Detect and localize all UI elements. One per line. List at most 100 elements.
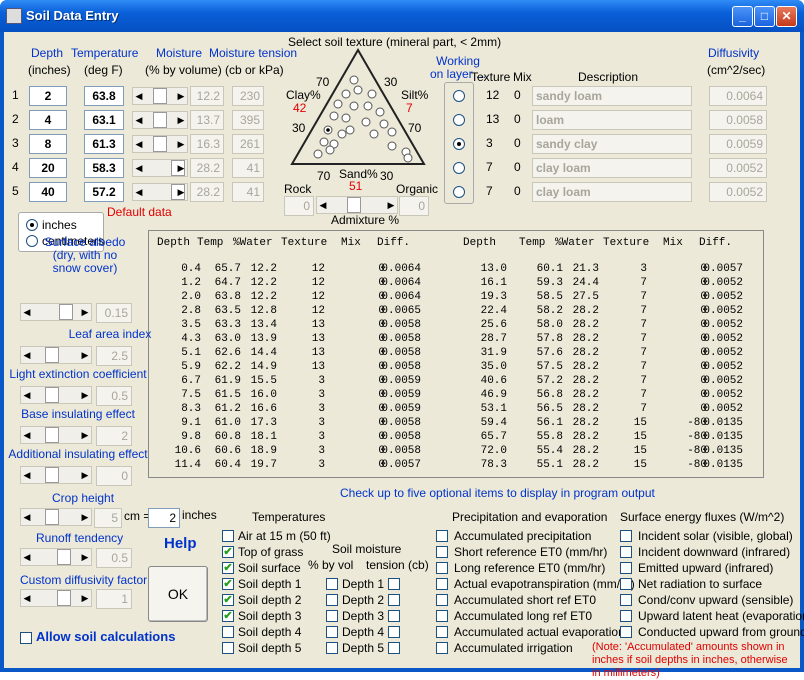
texture-point[interactable] [367,89,377,99]
right-arrow-icon[interactable]: ▶ [79,590,91,606]
depth-input[interactable]: 4 [29,110,67,130]
flux-checkbox[interactable] [620,594,632,606]
layer-radio[interactable] [453,138,465,150]
texture-point[interactable] [341,89,351,99]
temperature-checkbox[interactable] [222,626,234,638]
flux-checkbox[interactable] [620,546,632,558]
texture-point[interactable] [333,99,343,109]
flux-checkbox[interactable] [620,578,632,590]
crop-height-inches[interactable]: 2 [148,508,180,528]
slider-thumb[interactable] [153,136,167,152]
left-arrow-icon[interactable]: ◀ [133,112,145,128]
left-arrow-icon[interactable]: ◀ [21,549,33,565]
temperature-input[interactable]: 61.3 [84,134,124,154]
left-arrow-icon[interactable]: ◀ [133,160,145,176]
moisture-slider[interactable]: ◀ ▶ [132,135,188,153]
moisture-vol-checkbox[interactable] [326,594,338,606]
texture-point[interactable] [403,153,413,163]
diffusivity-value[interactable]: 0.0058 [709,110,767,130]
description-field[interactable]: loam [532,110,692,130]
depth-input[interactable]: 8 [29,134,67,154]
ok-button[interactable]: OK [148,566,208,622]
right-arrow-icon[interactable]: ▶ [175,184,187,200]
minimize-button[interactable]: _ [732,6,753,27]
flux-checkbox[interactable] [620,562,632,574]
precip-checkbox[interactable] [436,562,448,574]
texture-point[interactable] [387,127,397,137]
temperature-checkbox[interactable]: ✔ [222,562,234,574]
texture-point[interactable] [329,111,339,121]
description-field[interactable]: sandy loam [532,86,692,106]
moisture-value[interactable]: 12.2 [190,86,224,106]
description-field[interactable]: clay loam [532,182,692,202]
rock-value[interactable]: 0 [284,196,314,216]
help-link[interactable]: Help [164,535,197,552]
param-value[interactable]: 0.15 [96,303,132,323]
right-arrow-icon[interactable]: ▶ [175,160,187,176]
temperature-checkbox[interactable]: ✔ [222,594,234,606]
custom-diff-value[interactable]: 1 [96,589,132,609]
left-arrow-icon[interactable]: ◀ [317,197,329,213]
moisture-tension-checkbox[interactable] [388,626,400,638]
organic-value[interactable]: 0 [399,196,429,216]
moisture-value[interactable]: 13.7 [190,110,224,130]
moisture-slider[interactable]: ◀ ▶ [132,111,188,129]
right-arrow-icon[interactable]: ▶ [79,427,91,443]
diffusivity-value[interactable]: 0.0059 [709,134,767,154]
description-field[interactable]: sandy clay [532,134,692,154]
crop-height-cm[interactable]: 5 [94,508,122,528]
description-field[interactable]: clay loam [532,158,692,178]
temperature-checkbox[interactable] [222,530,234,542]
tension-value[interactable]: 230 [232,86,264,106]
crop-height-slider[interactable]: ◀ ▶ [20,508,92,526]
right-arrow-icon[interactable]: ▶ [79,509,91,525]
left-arrow-icon[interactable]: ◀ [133,88,145,104]
texture-point[interactable] [349,75,359,85]
texture-point[interactable] [313,149,323,159]
moisture-vol-checkbox[interactable] [326,642,338,654]
right-arrow-icon[interactable]: ▶ [175,88,187,104]
param-slider[interactable]: ◀ ▶ [20,466,92,484]
moisture-slider[interactable]: ◀ ▶ [132,159,188,177]
moisture-vol-checkbox[interactable] [326,610,338,622]
precip-checkbox[interactable] [436,594,448,606]
temperature-checkbox[interactable]: ✔ [222,610,234,622]
tension-value[interactable]: 261 [232,134,264,154]
slider-thumb[interactable] [57,590,71,606]
left-arrow-icon[interactable]: ◀ [21,347,33,363]
slider-thumb[interactable] [59,304,73,320]
slider-thumb[interactable] [45,467,59,483]
admixture-slider[interactable]: ◀ ▶ [316,196,398,214]
texture-point[interactable] [363,101,373,111]
flux-checkbox[interactable] [620,626,632,638]
tension-value[interactable]: 41 [232,182,264,202]
flux-checkbox[interactable] [620,610,632,622]
texture-point[interactable] [349,101,359,111]
moisture-tension-checkbox[interactable] [388,578,400,590]
texture-point[interactable] [375,107,385,117]
left-arrow-icon[interactable]: ◀ [21,304,33,320]
right-arrow-icon[interactable]: ▶ [79,387,91,403]
texture-point[interactable] [387,141,397,151]
right-arrow-icon[interactable]: ▶ [79,304,91,320]
diffusivity-value[interactable]: 0.0052 [709,182,767,202]
maximize-button[interactable]: □ [754,6,775,27]
slider-thumb[interactable] [45,427,59,443]
tension-value[interactable]: 395 [232,110,264,130]
moisture-value[interactable]: 28.2 [190,158,224,178]
temperature-input[interactable]: 57.2 [84,182,124,202]
moisture-tension-checkbox[interactable] [388,610,400,622]
precip-checkbox[interactable] [436,546,448,558]
custom-diff-slider[interactable]: ◀ ▶ [20,589,92,607]
moisture-value[interactable]: 28.2 [190,182,224,202]
flux-checkbox[interactable] [620,530,632,542]
slider-thumb[interactable] [347,197,361,213]
left-arrow-icon[interactable]: ◀ [133,184,145,200]
param-slider[interactable]: ◀ ▶ [20,386,92,404]
param-value[interactable]: 0.5 [96,386,132,406]
param-value[interactable]: 0 [96,466,132,486]
texture-point[interactable] [345,125,355,135]
param-value[interactable]: 2 [96,426,132,446]
left-arrow-icon[interactable]: ◀ [21,427,33,443]
texture-point[interactable] [353,85,363,95]
